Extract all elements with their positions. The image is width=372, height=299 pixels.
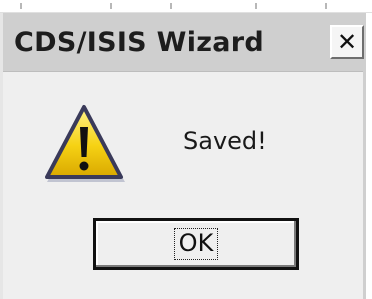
warning-icon [45,105,125,182]
divider [255,3,257,9]
dialog-title: CDS/ISIS Wizard [14,27,265,58]
close-icon: ✕ [336,28,358,56]
message-dialog: CDS/ISIS Wizard ✕ Saved! OK [0,13,366,299]
divider [110,3,112,9]
close-button[interactable]: ✕ [330,25,364,59]
divider [170,3,172,9]
background-window-edge [0,0,372,13]
ok-button-label: OK [173,228,219,260]
screen: CDS/ISIS Wizard ✕ Saved! OK [0,0,372,299]
dialog-titlebar[interactable]: CDS/ISIS Wizard ✕ [3,13,364,72]
dialog-message: Saved! [183,127,267,155]
ok-button[interactable]: OK [93,218,299,270]
divider [20,3,22,9]
divider [325,3,327,9]
